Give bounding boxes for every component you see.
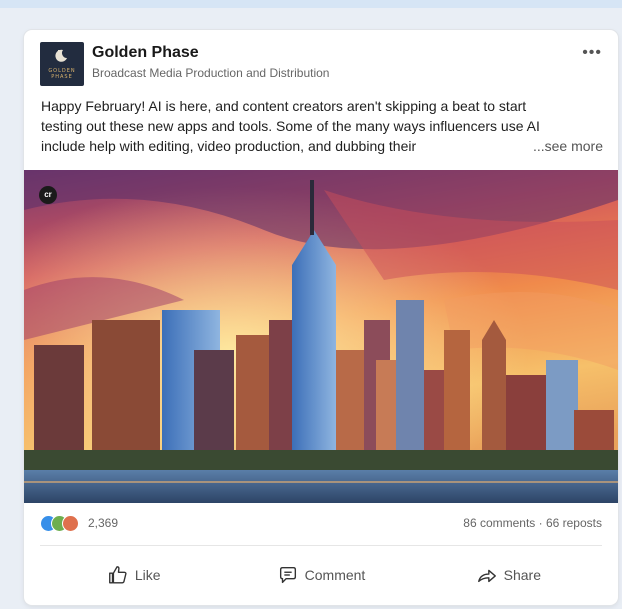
social-counts: 2,369 86 comments · 66 reposts bbox=[40, 512, 602, 534]
post-text-line: include help with editing, video product… bbox=[41, 138, 417, 154]
page-top-strip bbox=[0, 0, 622, 8]
city-skyline-image bbox=[24, 170, 618, 503]
moon-logo-icon bbox=[55, 49, 67, 62]
company-logo[interactable]: GOLDEN PHASE bbox=[40, 42, 84, 86]
love-icon bbox=[62, 515, 79, 532]
comment-button[interactable]: Comment bbox=[227, 553, 414, 597]
share-arrow-icon bbox=[477, 569, 496, 583]
thumbs-up-icon bbox=[108, 566, 127, 584]
like-label: Like bbox=[134, 567, 161, 583]
reaction-icons[interactable] bbox=[40, 515, 88, 532]
more-options-button[interactable]: ••• bbox=[582, 44, 602, 62]
see-more-link[interactable]: ...see more bbox=[528, 136, 603, 156]
share-button[interactable]: Share bbox=[415, 553, 602, 597]
content-credentials-badge[interactable]: cr bbox=[39, 186, 57, 204]
share-label: Share bbox=[503, 567, 541, 583]
company-tagline: Broadcast Media Production and Distribut… bbox=[92, 66, 330, 80]
post-header: GOLDEN PHASE Golden Phase Broadcast Medi… bbox=[40, 42, 606, 90]
like-button[interactable]: Like bbox=[40, 553, 227, 597]
post-text-line: Happy February! AI is here, and content … bbox=[41, 98, 527, 114]
post-actions: Like Comment Share bbox=[40, 553, 602, 597]
post-text-line: testing out these new apps and tools. So… bbox=[41, 118, 540, 134]
post-image[interactable]: cr bbox=[24, 170, 618, 503]
company-name[interactable]: Golden Phase bbox=[92, 44, 199, 62]
post-card: GOLDEN PHASE Golden Phase Broadcast Medi… bbox=[24, 30, 618, 605]
post-text: Happy February! AI is here, and content … bbox=[41, 96, 603, 156]
comment-icon bbox=[279, 566, 296, 584]
divider bbox=[40, 545, 602, 546]
reaction-count[interactable]: 2,369 bbox=[88, 516, 118, 530]
logo-wordmark: GOLDEN PHASE bbox=[48, 68, 76, 80]
comment-label: Comment bbox=[304, 567, 366, 583]
comments-reposts-count[interactable]: 86 comments · 66 reposts bbox=[463, 516, 602, 530]
